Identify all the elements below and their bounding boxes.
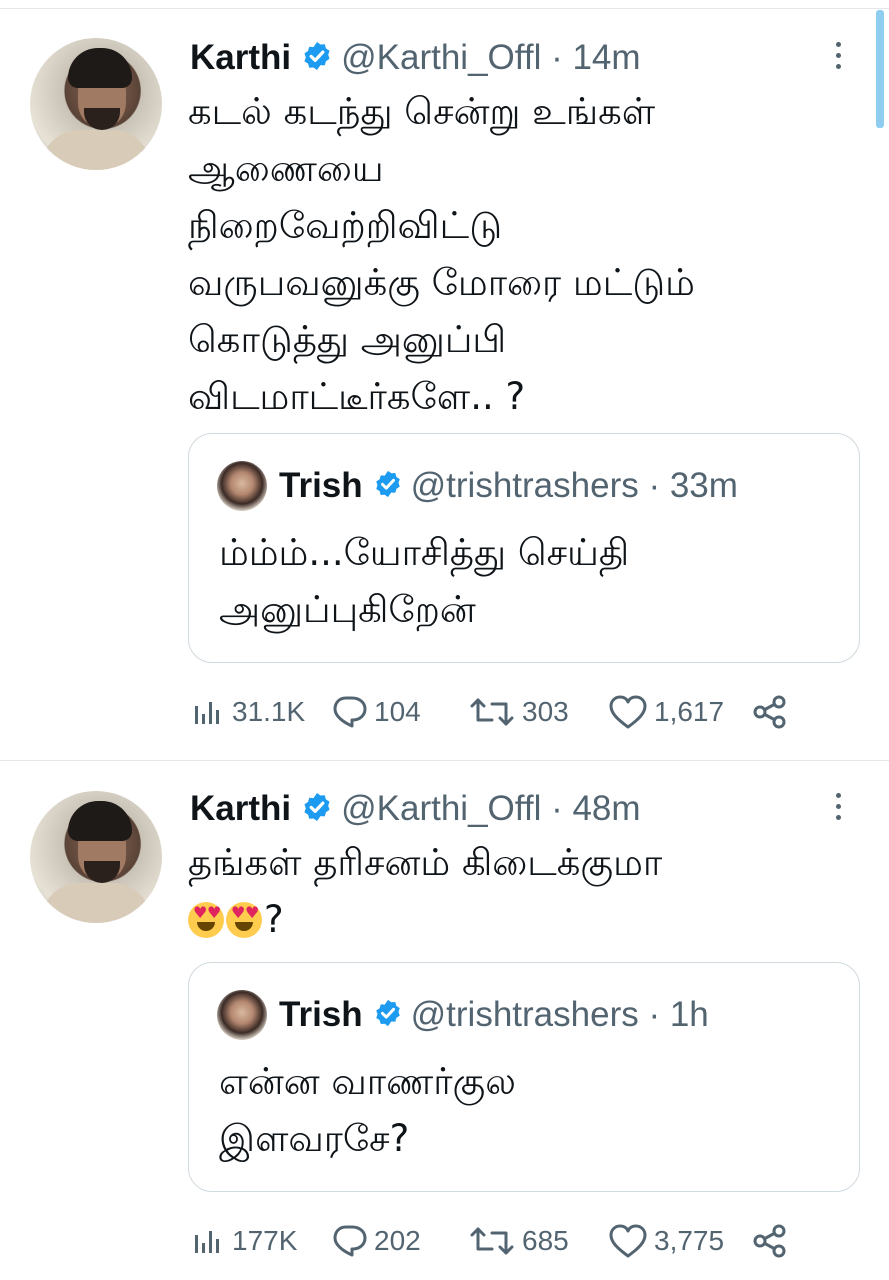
retweet-icon [470, 698, 514, 726]
reply-button[interactable]: 202 [330, 1223, 468, 1259]
quoted-text-line: ம்ம்ம்...யோசித்து செய்தி [219, 531, 630, 574]
reply-count: 202 [374, 1225, 421, 1256]
retweet-button[interactable]: 303 [468, 696, 608, 728]
heart-eyes-emoji-icon [188, 902, 224, 938]
retweet-count: 685 [522, 1225, 569, 1256]
tweet[interactable]: Karthi @Karthi_Offl · 14m கடல் கடந்து செ… [0, 0, 889, 760]
quoted-text-line: அனுப்புகிறேன் [219, 588, 476, 631]
author-handle[interactable]: @Karthi_Offl · 14m [341, 38, 640, 78]
heart-icon [609, 1224, 647, 1258]
tweet-text-line: விடமாட்டீர்களே.. ? [188, 375, 526, 418]
tweet-text-line: வருபவனுக்கு மோரை மட்டும் [188, 261, 695, 304]
heart-icon [609, 695, 647, 729]
views-count: 31.1K [232, 696, 306, 727]
tweet-actions: 31.1K 104 303 1,617 [190, 692, 796, 732]
like-count: 3,775 [654, 1225, 725, 1256]
author-handle[interactable]: @Karthi_Offl · 48m [341, 789, 640, 829]
share-button[interactable] [750, 694, 796, 730]
retweet-count: 303 [522, 696, 569, 727]
avatar[interactable] [30, 791, 162, 923]
share-icon [753, 695, 786, 729]
views-count: 177K [232, 1225, 298, 1256]
quoted-tweet[interactable]: Trish @trishtrashers · 1h என்ன வாணர்குல … [188, 962, 860, 1192]
tweet[interactable]: Karthi @Karthi_Offl · 48m தங்கள் தரிசனம்… [0, 761, 889, 1280]
like-count: 1,617 [654, 696, 725, 727]
more-options-icon[interactable] [836, 793, 846, 826]
quoted-tweet-text: என்ன வாணர்குல இளவரசே? [219, 1053, 839, 1167]
share-button[interactable] [750, 1223, 796, 1259]
quoted-text-line: இளவரசே? [219, 1117, 410, 1160]
retweet-button[interactable]: 685 [468, 1225, 608, 1257]
tweet-text: தங்கள் தரிசனம் கிடைக்குமா ? [188, 834, 848, 948]
quoted-tweet-header: Trish @trishtrashers · 1h [217, 990, 709, 1040]
heart-eyes-emoji-icon [226, 902, 262, 938]
quoted-author-name: Trish [279, 466, 363, 505]
quoted-avatar [217, 461, 267, 511]
quoted-author-handle: @trishtrashers · 33m [410, 466, 738, 505]
tweet-header: Karthi @Karthi_Offl · 48m [190, 787, 641, 831]
like-button[interactable]: 3,775 [608, 1223, 750, 1259]
share-icon [753, 1224, 786, 1258]
views-button[interactable]: 31.1K [190, 696, 330, 728]
views-icon [195, 702, 219, 724]
quoted-tweet-header: Trish @trishtrashers · 33m [217, 461, 738, 511]
verified-badge-icon [373, 469, 403, 503]
tweet-actions: 177K 202 685 3,775 [190, 1221, 796, 1261]
tweet-text-line: நிறைவேற்றிவிட்டு [188, 204, 503, 247]
quoted-tweet[interactable]: Trish @trishtrashers · 33m ம்ம்ம்...யோசி… [188, 433, 860, 663]
tweet-text: கடல் கடந்து சென்று உங்கள் ஆணையை நிறைவேற்… [188, 83, 848, 425]
emoji-tail-text: ? [264, 898, 284, 941]
more-options-icon[interactable] [836, 42, 846, 75]
reply-count: 104 [374, 696, 421, 727]
verified-badge-icon [301, 40, 333, 76]
tweet-text-line: தங்கள் தரிசனம் கிடைக்குமா [188, 841, 663, 884]
tweet-text-line-emoji: ? [188, 891, 848, 948]
reply-icon [333, 1225, 367, 1257]
tweet-text-line: ஆணையை [188, 147, 384, 190]
author-name[interactable]: Karthi [190, 789, 291, 829]
tweet-header: Karthi @Karthi_Offl · 14m [190, 36, 641, 80]
tweet-text-line: கடல் கடந்து சென்று உங்கள் [188, 90, 656, 133]
like-button[interactable]: 1,617 [608, 694, 750, 730]
author-name[interactable]: Karthi [190, 38, 291, 78]
views-icon [195, 1231, 219, 1253]
quoted-author-handle: @trishtrashers · 1h [410, 995, 709, 1034]
quoted-avatar [217, 990, 267, 1040]
quoted-text-line: என்ன வாணர்குல [219, 1060, 516, 1103]
verified-badge-icon [373, 998, 403, 1032]
reply-button[interactable]: 104 [330, 694, 468, 730]
avatar[interactable] [30, 38, 162, 170]
tweet-text-line: கொடுத்து அனுப்பி [188, 318, 507, 361]
quoted-author-name: Trish [279, 995, 363, 1034]
verified-badge-icon [301, 791, 333, 827]
views-button[interactable]: 177K [190, 1225, 330, 1257]
retweet-icon [470, 1227, 514, 1255]
reply-icon [333, 696, 367, 728]
quoted-tweet-text: ம்ம்ம்...யோசித்து செய்தி அனுப்புகிறேன் [219, 524, 839, 638]
